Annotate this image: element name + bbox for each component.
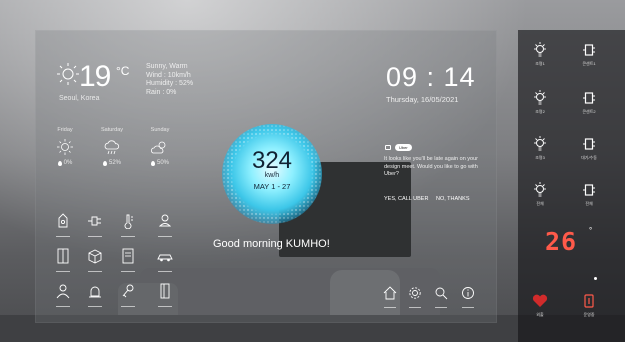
device-light-2[interactable]: 조명2 bbox=[522, 90, 558, 115]
partly-cloudy-icon bbox=[151, 141, 166, 154]
device-outlet-all[interactable]: 전체 bbox=[571, 182, 607, 207]
current-temperature: 19 bbox=[79, 60, 111, 93]
search-icon[interactable] bbox=[434, 286, 448, 308]
device-label: 콘센트1 bbox=[582, 61, 596, 66]
raindrop-icon bbox=[102, 160, 107, 166]
forecast-rain: 52% bbox=[108, 160, 121, 166]
forecast-day: Saturday 52% bbox=[92, 127, 132, 166]
device-label: 조명1 bbox=[535, 61, 545, 66]
settings-icon[interactable] bbox=[408, 286, 422, 308]
device-outlet-2[interactable]: 콘센트2 bbox=[571, 90, 607, 115]
device-light-3[interactable]: 조명3 bbox=[522, 136, 558, 161]
clock-time: 09 : 14 bbox=[386, 62, 476, 92]
raindrop-icon bbox=[150, 160, 155, 166]
doorbell-icon[interactable] bbox=[55, 213, 71, 237]
box-icon[interactable] bbox=[87, 248, 103, 272]
outlet-icon bbox=[583, 92, 595, 104]
forecast-day-label: Friday bbox=[57, 127, 73, 133]
operation-status-button[interactable]: 운영중 bbox=[571, 294, 607, 318]
car-icon[interactable] bbox=[157, 248, 173, 272]
device-outlet-1[interactable]: 콘센트1 bbox=[571, 42, 607, 67]
forecast-rain: 50% bbox=[156, 160, 169, 166]
clock-date: Thursday, 16/05/2021 bbox=[386, 95, 459, 104]
message-icon bbox=[385, 145, 391, 150]
device-label: 대기/수동 bbox=[581, 155, 597, 160]
temperature-unit: °C bbox=[116, 64, 130, 78]
device-label: 전체 bbox=[585, 201, 593, 206]
bulb-icon bbox=[534, 136, 546, 151]
door-icon[interactable] bbox=[157, 283, 173, 307]
device-label: 전체 bbox=[536, 201, 544, 206]
forecast-day: Friday 0% bbox=[45, 127, 85, 166]
location-label: Seoul, Korea bbox=[59, 95, 100, 102]
room-temperature-unit: ° bbox=[589, 226, 593, 235]
bulb-icon bbox=[534, 42, 546, 57]
forecast-day: Sunday 50% bbox=[140, 127, 180, 166]
power-icon bbox=[584, 294, 594, 308]
sun-icon bbox=[57, 139, 73, 155]
device-standby[interactable]: 대기/수동 bbox=[571, 136, 607, 161]
rain-cloud-icon bbox=[104, 140, 120, 155]
heart-icon bbox=[532, 294, 548, 307]
device-label: 조명3 bbox=[535, 155, 545, 160]
device-light-all[interactable]: 전체 bbox=[522, 182, 558, 207]
plug-icon[interactable] bbox=[87, 213, 103, 237]
key-icon[interactable] bbox=[120, 283, 136, 307]
operation-status-label: 운영중 bbox=[583, 312, 595, 317]
message-sender-badge: Uber bbox=[395, 144, 412, 151]
thermometer-icon[interactable] bbox=[120, 213, 136, 237]
room-temperature: 26 bbox=[545, 227, 578, 256]
outlet-icon bbox=[583, 138, 595, 150]
device-label: 조명2 bbox=[535, 109, 545, 114]
outlet-icon bbox=[583, 184, 595, 196]
accept-button[interactable]: YES, CALL UBER bbox=[384, 196, 428, 202]
away-mode-label: 외출 bbox=[536, 312, 544, 317]
decline-button[interactable]: NO, THANKS bbox=[436, 196, 470, 202]
weather-wind: Wind : 10km/h bbox=[146, 71, 191, 79]
info-icon[interactable] bbox=[461, 286, 475, 308]
energy-period: MAY 1 - 27 bbox=[253, 182, 291, 191]
greeting-text: Good morning KUMHO! bbox=[213, 238, 330, 250]
energy-unit: kw/h bbox=[264, 172, 280, 179]
device-light-1[interactable]: 조명1 bbox=[522, 42, 558, 67]
device-label: 콘센트2 bbox=[582, 109, 596, 114]
away-mode-button[interactable]: 외출 bbox=[522, 294, 558, 318]
message-text: It looks like you'll be late again on yo… bbox=[384, 156, 478, 177]
fridge-icon[interactable] bbox=[55, 248, 71, 272]
bulb-icon bbox=[534, 90, 546, 105]
raindrop-icon bbox=[57, 160, 62, 166]
forecast-day-label: Saturday bbox=[100, 127, 123, 133]
bulb-icon bbox=[534, 182, 546, 197]
outlet-icon bbox=[583, 44, 595, 56]
person-icon[interactable] bbox=[55, 283, 71, 307]
sun-icon bbox=[57, 63, 79, 85]
energy-value: 324 bbox=[251, 147, 293, 174]
page-indicator-dot bbox=[594, 277, 597, 280]
forecast-day-label: Sunday bbox=[150, 127, 170, 133]
forecast-rain: 0% bbox=[63, 160, 73, 166]
document-icon[interactable] bbox=[120, 248, 136, 272]
home-icon[interactable] bbox=[383, 286, 397, 308]
weather-humidity: Humidity : 52% bbox=[146, 80, 194, 87]
weather-details: Sunny, Warm Wind : 10km/h Humidity : 52%… bbox=[146, 63, 193, 97]
weather-rain: Rain : 0% bbox=[146, 88, 177, 96]
alarm-icon[interactable] bbox=[87, 283, 103, 307]
robot-icon[interactable] bbox=[157, 213, 173, 237]
weather-condition: Sunny, Warm bbox=[146, 63, 188, 70]
message-actions: YES, CALL UBER NO, THANKS bbox=[384, 196, 475, 202]
